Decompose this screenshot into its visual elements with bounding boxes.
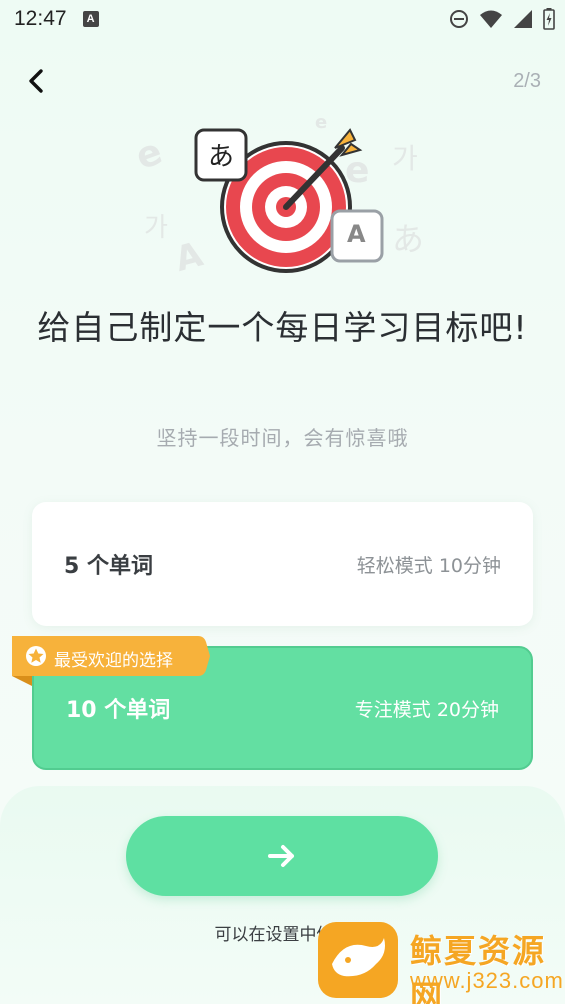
back-button[interactable]	[20, 64, 54, 98]
do-not-disturb-icon	[450, 10, 468, 28]
option-5-words[interactable]: 5 个单词 轻松模式 10分钟	[32, 502, 533, 626]
status-bar: 12:47 A	[0, 0, 565, 38]
hiragana-label: あ	[208, 142, 235, 172]
notification-icon: A	[82, 11, 99, 27]
svg-text:e: e	[345, 150, 369, 191]
svg-text:あ: あ	[392, 220, 424, 258]
latin-label: A	[347, 220, 366, 248]
svg-text:가: 가	[144, 213, 168, 243]
option-title: 5 个单词	[64, 554, 153, 579]
signal-icon	[514, 10, 532, 28]
svg-text:A: A	[171, 234, 207, 280]
option-desc: 专注模式 20分钟	[354, 698, 499, 721]
watermark: 鲸夏资源网 www.j323.com	[314, 918, 564, 1004]
target-icon: e 가 A e 가 あ e	[131, 112, 425, 280]
page-subtitle: 坚持一段时间，会有惊喜哦	[156, 426, 409, 450]
watermark-url: www.j323.com	[410, 968, 564, 993]
battery-icon	[543, 8, 555, 30]
status-icons	[449, 8, 555, 30]
svg-text:가: 가	[392, 142, 418, 175]
target-illustration: e 가 A e 가 あ e あ A	[130, 112, 440, 288]
page-indicator: 2/3	[513, 70, 541, 92]
option-desc: 轻松模式 10分钟	[356, 554, 501, 577]
popular-badge: 最受欢迎的选择	[12, 636, 210, 686]
badge-label: 最受欢迎的选择	[54, 651, 173, 671]
option-title: 10 个单词	[66, 698, 171, 723]
next-button[interactable]	[126, 816, 438, 896]
status-time: 12:47	[14, 7, 67, 30]
arrow-right-icon	[268, 845, 294, 867]
whale-logo-icon	[318, 922, 398, 998]
wifi-icon	[480, 10, 502, 28]
svg-text:e: e	[315, 118, 327, 133]
svg-text:e: e	[131, 131, 168, 178]
chevron-left-icon	[29, 69, 43, 93]
page-title: 给自己制定一个每日学习目标吧!	[37, 308, 528, 347]
